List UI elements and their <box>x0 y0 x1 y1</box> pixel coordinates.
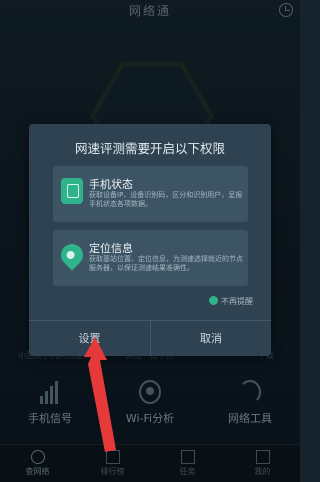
annotation-arrow-icon <box>84 337 116 452</box>
